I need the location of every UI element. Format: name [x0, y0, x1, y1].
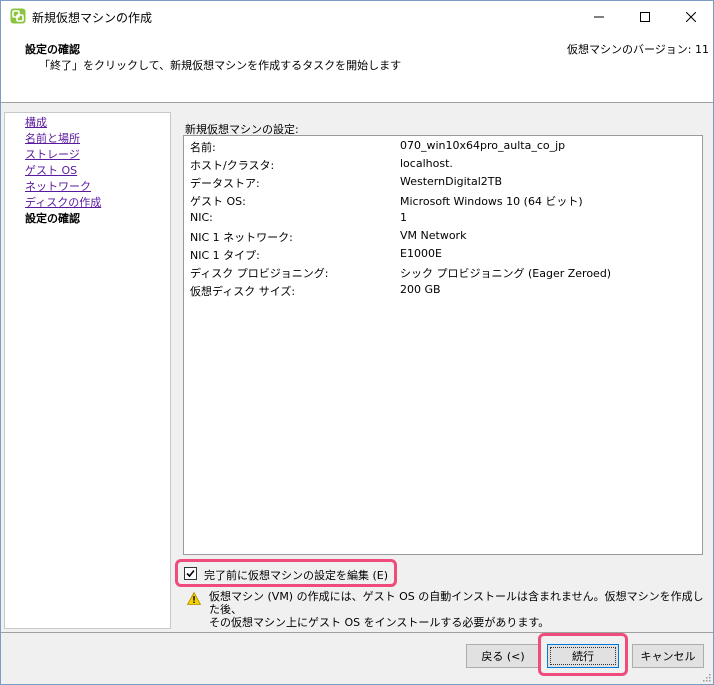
close-button[interactable]: [668, 1, 713, 32]
setting-value: Microsoft Windows 10 (64 ビット): [400, 195, 583, 208]
settings-row: NIC: 1: [184, 209, 702, 227]
step-description: 「終了」をクリックして、新規仮想マシンを作成するタスクを開始します: [39, 59, 402, 72]
setting-key: ホスト/クラスタ:: [190, 159, 275, 172]
checkmark-icon: [186, 569, 195, 578]
setting-key: NIC 1 ネットワーク:: [190, 231, 293, 244]
nav-item-review-settings: 設定の確認: [25, 212, 80, 225]
vm-version-label: 仮想マシンのバージョン: 11: [567, 43, 709, 56]
setting-value: 070_win10x64pro_aulta_co_jp: [400, 139, 566, 152]
settings-row: 名前: 070_win10x64pro_aulta_co_jp: [184, 137, 702, 155]
settings-row: NIC 1 ネットワーク: VM Network: [184, 227, 702, 245]
maximize-button[interactable]: [622, 1, 668, 32]
edit-settings-checkbox[interactable]: [184, 567, 197, 580]
nav-item-storage[interactable]: ストレージ: [25, 148, 80, 162]
setting-value: localhost.: [400, 157, 453, 170]
setting-key: ゲスト OS:: [190, 195, 246, 208]
title-bar: 新規仮想マシンの作成: [1, 1, 713, 32]
setting-value: シック プロビジョニング (Eager Zeroed): [400, 267, 612, 280]
nav-item-name-location[interactable]: 名前と場所: [25, 132, 80, 146]
setting-key: NIC:: [190, 211, 213, 224]
settings-row: ディスク プロビジョニング: シック プロビジョニング (Eager Zeroed…: [184, 263, 702, 281]
setting-value: 1: [400, 211, 407, 224]
setting-key: NIC 1 タイプ:: [190, 249, 260, 262]
window-title: 新規仮想マシンの作成: [32, 11, 153, 25]
resize-grip-icon[interactable]: [701, 672, 711, 682]
warning-line: その仮想マシン上にゲスト OS をインストールする必要があります。: [209, 616, 550, 629]
wizard-step-nav: 構成 名前と場所 ストレージ ゲスト OS ネットワーク ディスクの作成 設定の…: [4, 112, 171, 629]
minimize-button[interactable]: [576, 1, 622, 32]
close-icon: [686, 11, 696, 22]
settings-summary-list: 名前: 070_win10x64pro_aulta_co_jp ホスト/クラスタ:…: [183, 135, 703, 555]
edit-settings-checkbox-label[interactable]: 完了前に仮想マシンの設定を編集 (E): [204, 567, 388, 583]
next-button[interactable]: 続行: [547, 644, 619, 668]
setting-key: 仮想ディスク サイズ:: [190, 285, 296, 298]
wizard-header: 設定の確認 「終了」をクリックして、新規仮想マシンを作成するタスクを開始します …: [1, 32, 713, 103]
step-title: 設定の確認: [25, 43, 80, 56]
nav-item-network[interactable]: ネットワーク: [25, 180, 91, 194]
cancel-button[interactable]: キャンセル: [632, 644, 704, 668]
setting-key: 名前:: [190, 141, 216, 154]
maximize-icon: [640, 11, 650, 22]
nav-item-guest-os[interactable]: ゲスト OS: [25, 164, 77, 178]
settings-row: ホスト/クラスタ: localhost.: [184, 155, 702, 173]
nav-item-create-disk[interactable]: ディスクの作成: [25, 196, 101, 210]
setting-key: データストア:: [190, 177, 260, 190]
nav-item-configuration[interactable]: 構成: [25, 116, 47, 130]
focus-rect: [550, 647, 616, 665]
back-button[interactable]: 戻る (<): [466, 644, 540, 668]
setting-value: E1000E: [400, 247, 442, 260]
warning-line: 仮想マシン (VM) の作成には、ゲスト OS の自動インストールは含まれません…: [209, 590, 704, 616]
setting-value: VM Network: [400, 229, 467, 242]
vsphere-app-icon: [10, 8, 26, 24]
setting-key: ディスク プロビジョニング:: [190, 267, 329, 280]
new-vm-wizard-window: 新規仮想マシンの作成 設定の確認 「終了」をクリックして、新規仮想マシンを作成す…: [0, 0, 714, 685]
settings-row: 仮想ディスク サイズ: 200 GB: [184, 281, 702, 299]
minimize-icon: [594, 16, 604, 17]
settings-row: NIC 1 タイプ: E1000E: [184, 245, 702, 263]
setting-value: 200 GB: [400, 283, 441, 296]
warning-message: 仮想マシン (VM) の作成には、ゲスト OS の自動インストールは含まれません…: [209, 590, 709, 629]
settings-row: ゲスト OS: Microsoft Windows 10 (64 ビット): [184, 191, 702, 209]
setting-value: WesternDigital2TB: [400, 175, 503, 188]
settings-row: データストア: WesternDigital2TB: [184, 173, 702, 191]
warning-icon: [186, 591, 202, 605]
